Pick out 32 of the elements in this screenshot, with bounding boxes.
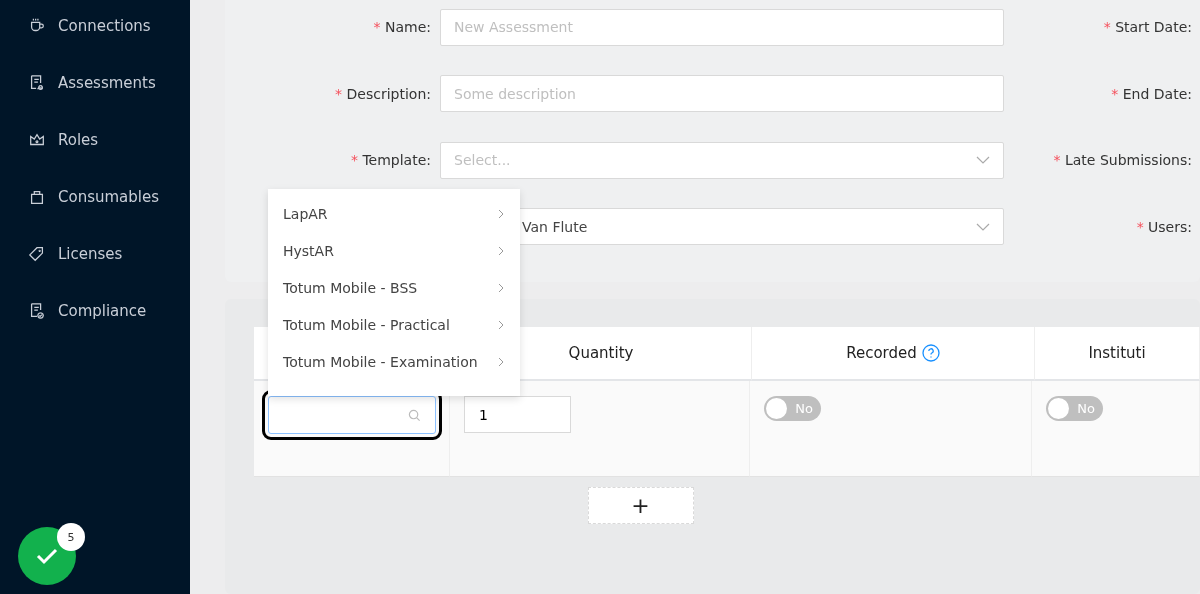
column-header: Recorded <box>752 327 1035 381</box>
chevron-right-icon <box>498 319 504 330</box>
tag-icon <box>28 244 46 263</box>
field-label: * End Date: <box>1111 85 1192 102</box>
nav-item[interactable]: Roles <box>0 111 190 168</box>
field-label: * Start Date: <box>1103 19 1192 36</box>
field-label: * Template: <box>349 152 431 169</box>
doc-check-icon <box>28 301 46 320</box>
field-label: * Users: <box>1136 218 1192 235</box>
nav-item[interactable]: Licenses <box>0 225 190 282</box>
chevron-right-icon <box>498 208 504 219</box>
add-button[interactable]: + <box>587 487 694 524</box>
help-icon[interactable] <box>921 344 940 362</box>
quantity-field[interactable]: 1 <box>464 396 571 433</box>
nav-item[interactable]: Compliance <box>0 282 190 339</box>
menu-item[interactable]: Totum Mobile - BSS <box>268 269 520 306</box>
nav-item[interactable]: Consumables <box>0 168 190 225</box>
count-badge: 5 <box>57 523 85 551</box>
field-label: * Name: <box>372 19 431 36</box>
field-label: * Description: <box>334 85 431 102</box>
chevron-right-icon <box>498 282 504 293</box>
column-header: Instituti <box>1035 327 1200 381</box>
chevron-down-icon <box>976 156 990 165</box>
check-button[interactable] <box>18 527 76 585</box>
chevron-right-icon <box>498 245 504 256</box>
nav-item[interactable]: Connections <box>0 0 190 54</box>
chevron-right-icon <box>498 356 504 367</box>
chevron-down-icon <box>976 222 990 231</box>
search-icon <box>408 408 421 422</box>
field-label: * Late Submissions: <box>1053 152 1192 169</box>
nav-item[interactable]: Assessments <box>0 54 190 111</box>
doc-user-icon <box>28 73 46 92</box>
